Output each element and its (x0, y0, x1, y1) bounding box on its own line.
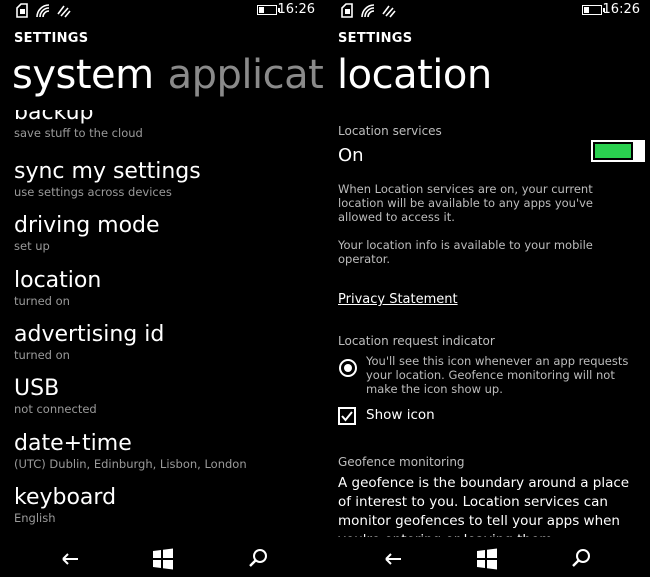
pivot-system[interactable]: system (12, 52, 154, 98)
status-bar: 16:26 (0, 0, 325, 22)
item-title: backup (14, 110, 94, 125)
item-subtitle: set up (14, 239, 50, 253)
privacy-statement-link[interactable]: Privacy Statement (338, 292, 458, 307)
sim-icon (16, 3, 28, 18)
item-subtitle: save stuff to the cloud (14, 126, 143, 140)
pivot-applications[interactable]: applicati (168, 52, 325, 98)
windows-start-icon[interactable] (151, 547, 175, 571)
list-item-backup[interactable]: backup save stuff to the cloud (14, 110, 143, 140)
app-title: SETTINGS (14, 31, 89, 46)
page-title: location (337, 52, 492, 98)
checkmark-icon (341, 411, 353, 422)
app-title: SETTINGS (338, 31, 413, 46)
item-subtitle: turned on (14, 348, 70, 362)
list-item-driving-mode[interactable]: driving mode set up (14, 213, 160, 253)
navigation-bar (325, 541, 650, 577)
system-settings-screen: 16:26 SETTINGS system applicati backup sa… (0, 0, 325, 577)
item-title: location (14, 268, 102, 293)
toggle-fill (595, 144, 631, 158)
location-services-label: Location services (338, 124, 442, 138)
list-item-usb[interactable]: USB not connected (14, 376, 97, 416)
settings-list: backup save stuff to the cloud sync my s… (14, 110, 325, 537)
navigation-bar (0, 541, 325, 577)
back-arrow-icon[interactable] (381, 547, 405, 571)
toggle-knob (633, 140, 645, 162)
vibrate-icon (382, 5, 396, 18)
geofence-label: Geofence monitoring (338, 455, 465, 469)
item-subtitle: turned on (14, 294, 70, 308)
geofence-description: A geofence is the boundary around a plac… (338, 475, 630, 537)
vibrate-icon (57, 5, 71, 18)
show-icon-label[interactable]: Show icon (366, 407, 435, 423)
wifi-icon (36, 4, 50, 18)
location-settings-screen: 16:26 SETTINGS location Location service… (325, 0, 650, 577)
item-subtitle: English (14, 511, 56, 525)
location-indicator-icon (339, 359, 357, 377)
request-indicator-label: Location request indicator (338, 334, 495, 348)
item-title: date+time (14, 431, 132, 456)
search-icon[interactable] (569, 547, 593, 571)
battery-icon (582, 5, 605, 15)
location-services-state: On (338, 145, 364, 166)
clock: 16:26 (602, 2, 640, 17)
back-arrow-icon[interactable] (58, 547, 82, 571)
item-subtitle: use settings across devices (14, 185, 172, 199)
list-item-date-time[interactable]: date+time (UTC) Dublin, Edinburgh, Lisbo… (14, 431, 247, 471)
item-title: sync my settings (14, 159, 201, 184)
list-item-advertising-id[interactable]: advertising id turned on (14, 322, 164, 362)
operator-info: Your location info is available to your … (338, 238, 593, 266)
clock: 16:26 (277, 2, 315, 17)
location-services-toggle[interactable] (591, 140, 645, 162)
location-content: Location services On When Location servi… (338, 120, 650, 537)
item-title: keyboard (14, 485, 117, 510)
list-item-sync-my-settings[interactable]: sync my settings use settings across dev… (14, 159, 201, 199)
wifi-icon (361, 4, 375, 18)
windows-start-icon[interactable] (475, 547, 499, 571)
status-bar: 16:26 (325, 0, 650, 22)
list-item-keyboard[interactable]: keyboard English (14, 485, 116, 525)
item-subtitle: (UTC) Dublin, Edinburgh, Lisbon, London (14, 457, 247, 471)
search-icon[interactable] (246, 547, 270, 571)
location-services-description: When Location services are on, your curr… (338, 182, 593, 224)
item-title: advertising id (14, 322, 165, 347)
battery-icon (257, 5, 280, 15)
pivot-header: system applicati (12, 52, 325, 98)
item-title: driving mode (14, 213, 160, 238)
item-title: USB (14, 376, 60, 401)
indicator-description: You'll see this icon whenever an app req… (366, 354, 629, 396)
list-item-location[interactable]: location turned on (14, 268, 101, 308)
show-icon-checkbox[interactable] (338, 407, 356, 425)
item-subtitle: not connected (14, 402, 97, 416)
sim-icon (341, 3, 353, 18)
